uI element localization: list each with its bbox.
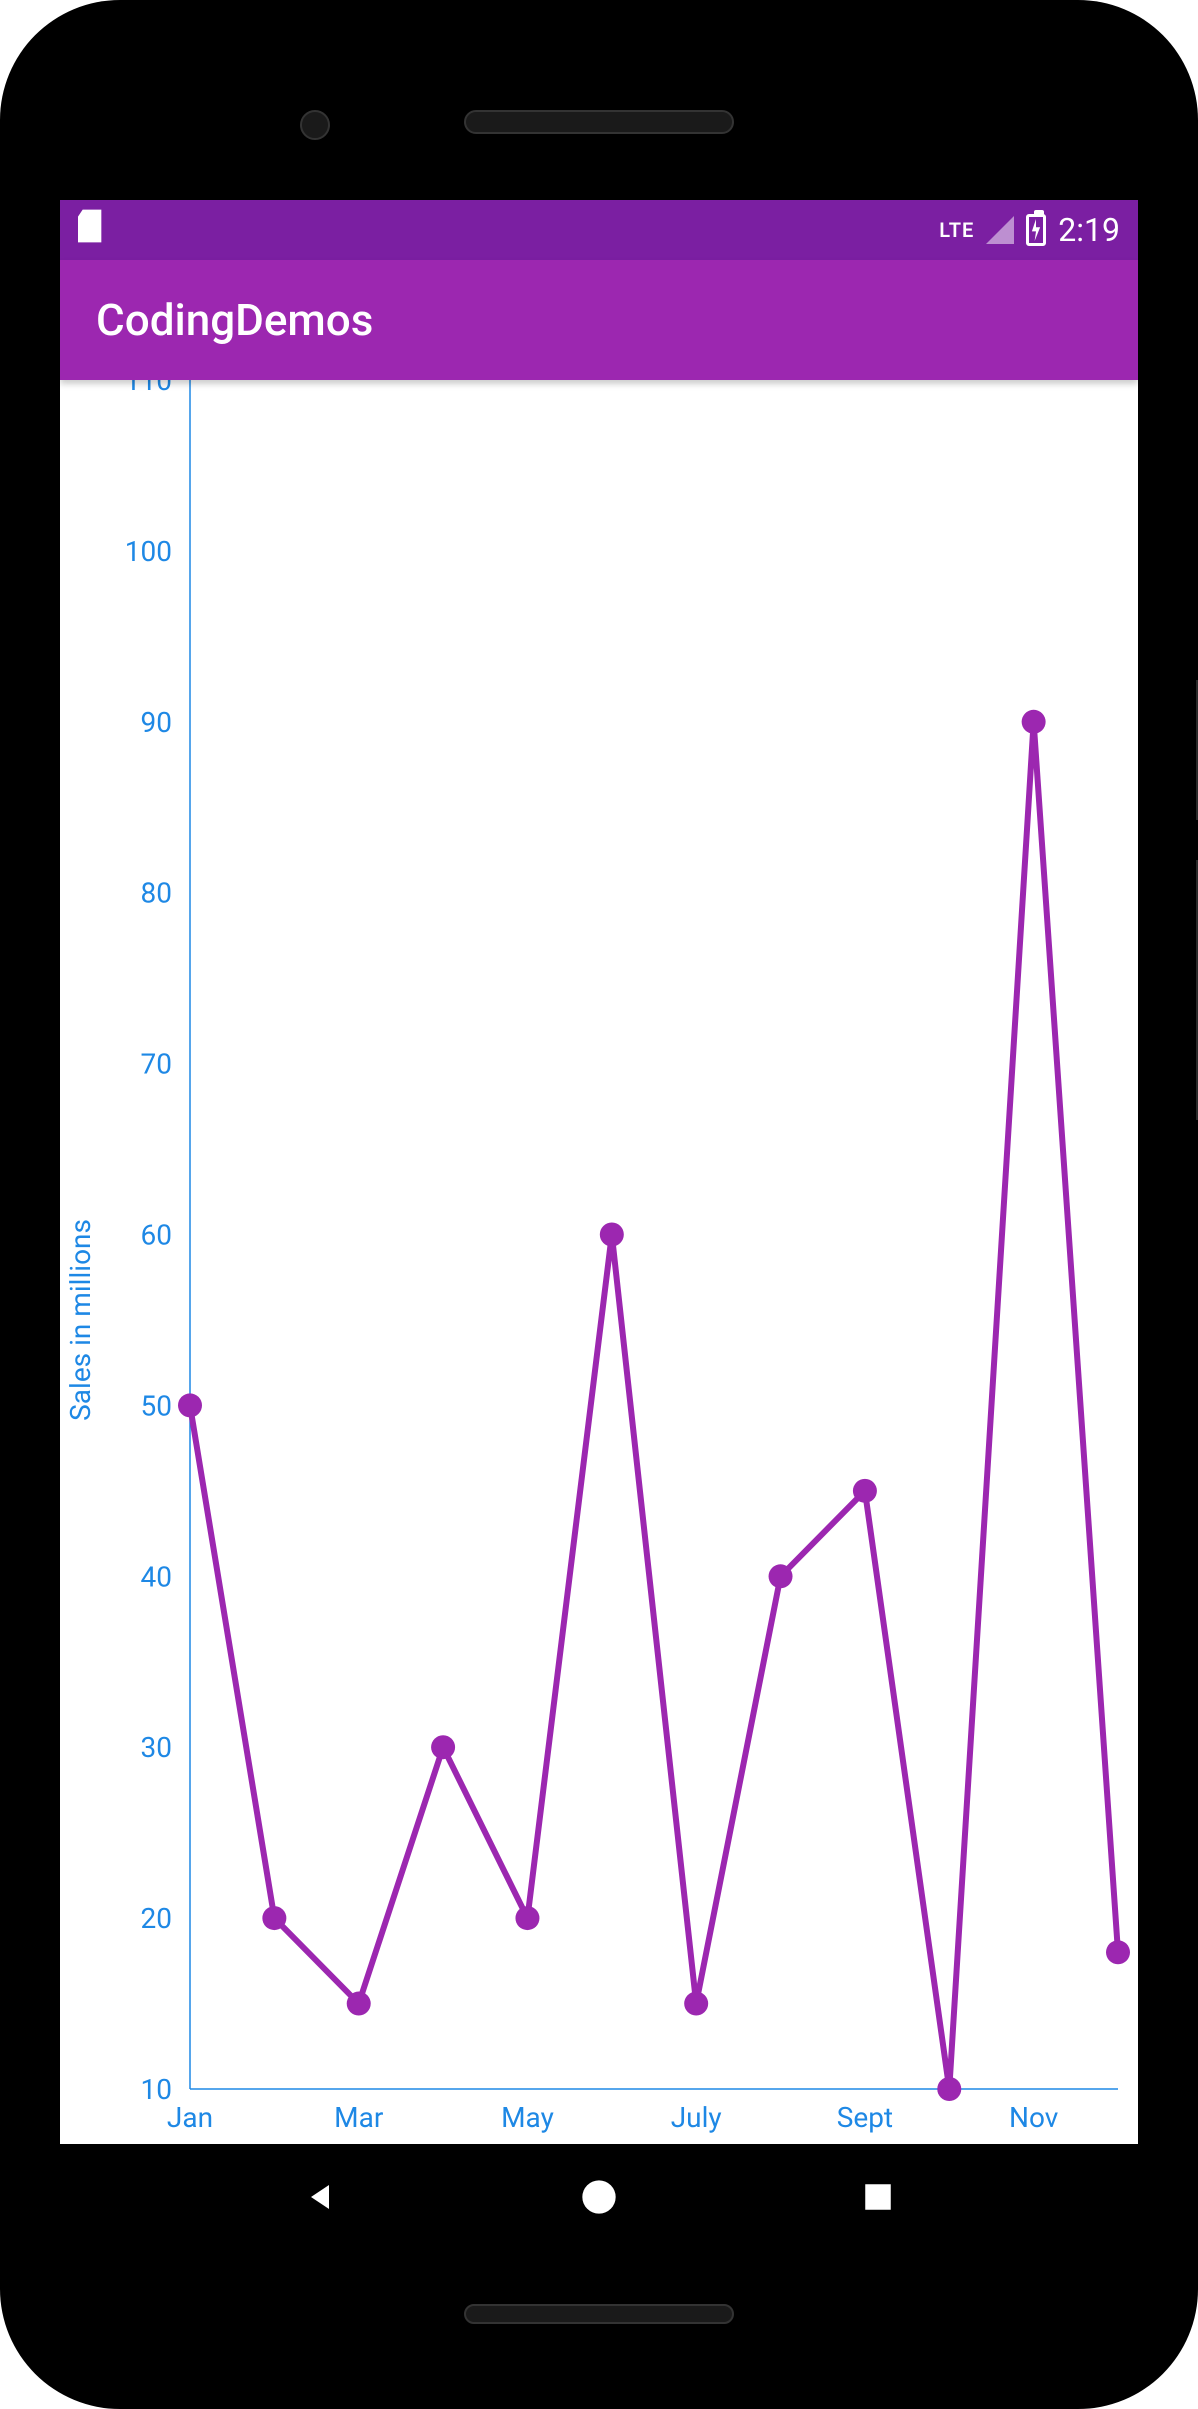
screen: LTE 2:19 CodingDemos 1020304050607080901…	[60, 200, 1138, 2249]
signal-icon	[986, 216, 1014, 244]
data-point[interactable]	[600, 1223, 624, 1247]
phone-top-bezel	[30, 30, 1168, 200]
battery-icon	[1026, 214, 1046, 246]
data-point[interactable]	[1106, 1940, 1130, 1964]
x-tick-label: Nov	[1009, 2101, 1059, 2134]
x-tick-label: Mar	[334, 2101, 384, 2134]
navigation-bar	[60, 2144, 1138, 2249]
y-tick-label: 50	[141, 1389, 172, 1422]
bottom-speaker	[464, 2304, 734, 2324]
front-camera	[300, 110, 330, 140]
recents-button[interactable]	[856, 2175, 900, 2219]
y-tick-label: 20	[141, 1902, 172, 1935]
data-point[interactable]	[937, 2077, 961, 2101]
y-tick-label: 30	[141, 1731, 172, 1764]
y-tick-label: 110	[125, 380, 172, 397]
home-button[interactable]	[577, 2175, 621, 2219]
data-point[interactable]	[684, 1992, 708, 2016]
data-point[interactable]	[515, 1906, 539, 1930]
y-tick-label: 90	[141, 706, 172, 739]
line-series	[190, 722, 1118, 2089]
x-tick-label: Jan	[167, 2101, 213, 2134]
x-tick-label: May	[501, 2101, 554, 2134]
data-point[interactable]	[431, 1735, 455, 1759]
lte-indicator: LTE	[939, 218, 974, 242]
clock: 2:19	[1058, 211, 1120, 249]
earpiece-speaker	[464, 110, 734, 134]
data-point[interactable]	[853, 1479, 877, 1503]
y-tick-label: 70	[141, 1048, 172, 1081]
data-point[interactable]	[262, 1906, 286, 1930]
y-tick-label: 80	[141, 877, 172, 910]
back-button[interactable]	[298, 2175, 342, 2219]
app-title: CodingDemos	[96, 294, 373, 346]
line-chart-svg: 102030405060708090100110JanMarMayJulySep…	[60, 380, 1138, 2144]
y-axis-title: Sales in millions	[64, 1219, 97, 1421]
data-point[interactable]	[1022, 710, 1046, 734]
y-tick-label: 40	[141, 1560, 172, 1593]
phone-bottom-bezel	[30, 2249, 1168, 2379]
x-tick-label: July	[671, 2101, 722, 2134]
y-tick-label: 60	[141, 1219, 172, 1252]
status-bar: LTE 2:19	[60, 200, 1138, 260]
data-point[interactable]	[178, 1393, 202, 1417]
y-tick-label: 100	[125, 535, 172, 568]
chart[interactable]: 102030405060708090100110JanMarMayJulySep…	[60, 380, 1138, 2144]
app-bar: CodingDemos	[60, 260, 1138, 380]
data-point[interactable]	[769, 1564, 793, 1588]
data-point[interactable]	[347, 1992, 371, 2016]
sd-card-icon	[78, 209, 106, 251]
phone-frame: LTE 2:19 CodingDemos 1020304050607080901…	[0, 0, 1198, 2409]
x-tick-label: Sept	[837, 2101, 893, 2134]
phone-body: LTE 2:19 CodingDemos 1020304050607080901…	[30, 30, 1168, 2379]
